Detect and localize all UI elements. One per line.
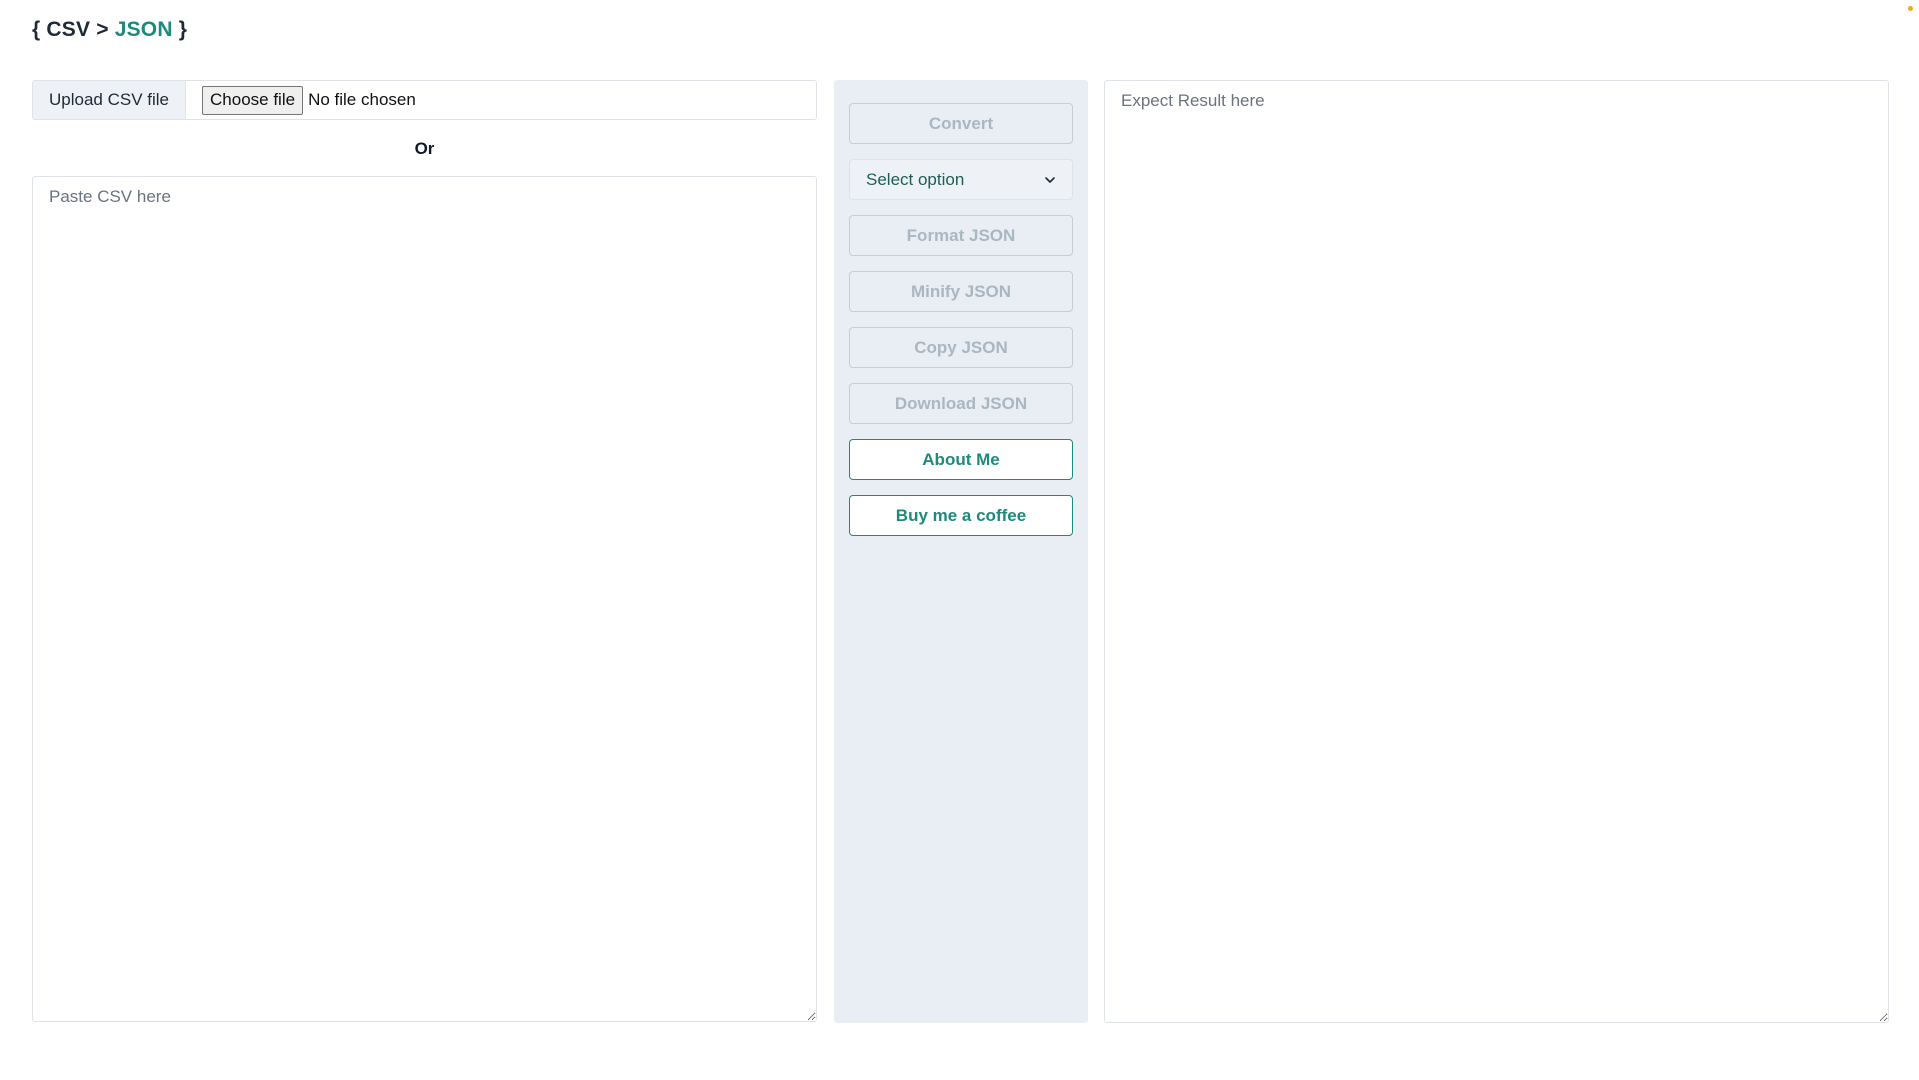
title-suffix: } — [172, 18, 188, 41]
title-prefix: { CSV > — [32, 18, 115, 41]
status-dot-icon — [1908, 6, 1913, 11]
json-result-output[interactable] — [1104, 80, 1889, 1023]
csv-input-section: Upload CSV file Choose file No file chos… — [32, 80, 817, 1022]
title-accent: JSON — [114, 18, 173, 41]
minify-json-button[interactable]: Minify JSON — [849, 271, 1073, 312]
option-select[interactable]: Select option — [849, 159, 1073, 200]
choose-file-button[interactable]: Choose file — [202, 85, 304, 115]
chevron-down-icon — [1045, 176, 1055, 183]
page: { CSV > JSON } Upload CSV file Choose fi… — [0, 0, 1919, 1080]
download-json-button[interactable]: Download JSON — [849, 383, 1073, 424]
option-select-value: Select option — [866, 169, 965, 189]
copy-json-button[interactable]: Copy JSON — [849, 327, 1073, 368]
controls-panel: Convert Select option Format JSON Minify… — [834, 80, 1088, 1023]
or-separator: Or — [414, 139, 435, 158]
convert-button[interactable]: Convert — [849, 103, 1073, 144]
upload-csv-label: Upload CSV file — [33, 81, 187, 119]
file-status-text: No file chosen — [308, 90, 416, 109]
app-title: { CSV > JSON } — [32, 18, 187, 42]
upload-csv-group: Upload CSV file Choose file No file chos… — [32, 80, 817, 120]
buy-coffee-button[interactable]: Buy me a coffee — [849, 495, 1073, 536]
about-me-button[interactable]: About Me — [849, 439, 1073, 480]
csv-paste-input[interactable] — [32, 176, 817, 1022]
format-json-button[interactable]: Format JSON — [849, 215, 1073, 256]
file-input[interactable]: Choose file No file chosen — [186, 81, 416, 119]
